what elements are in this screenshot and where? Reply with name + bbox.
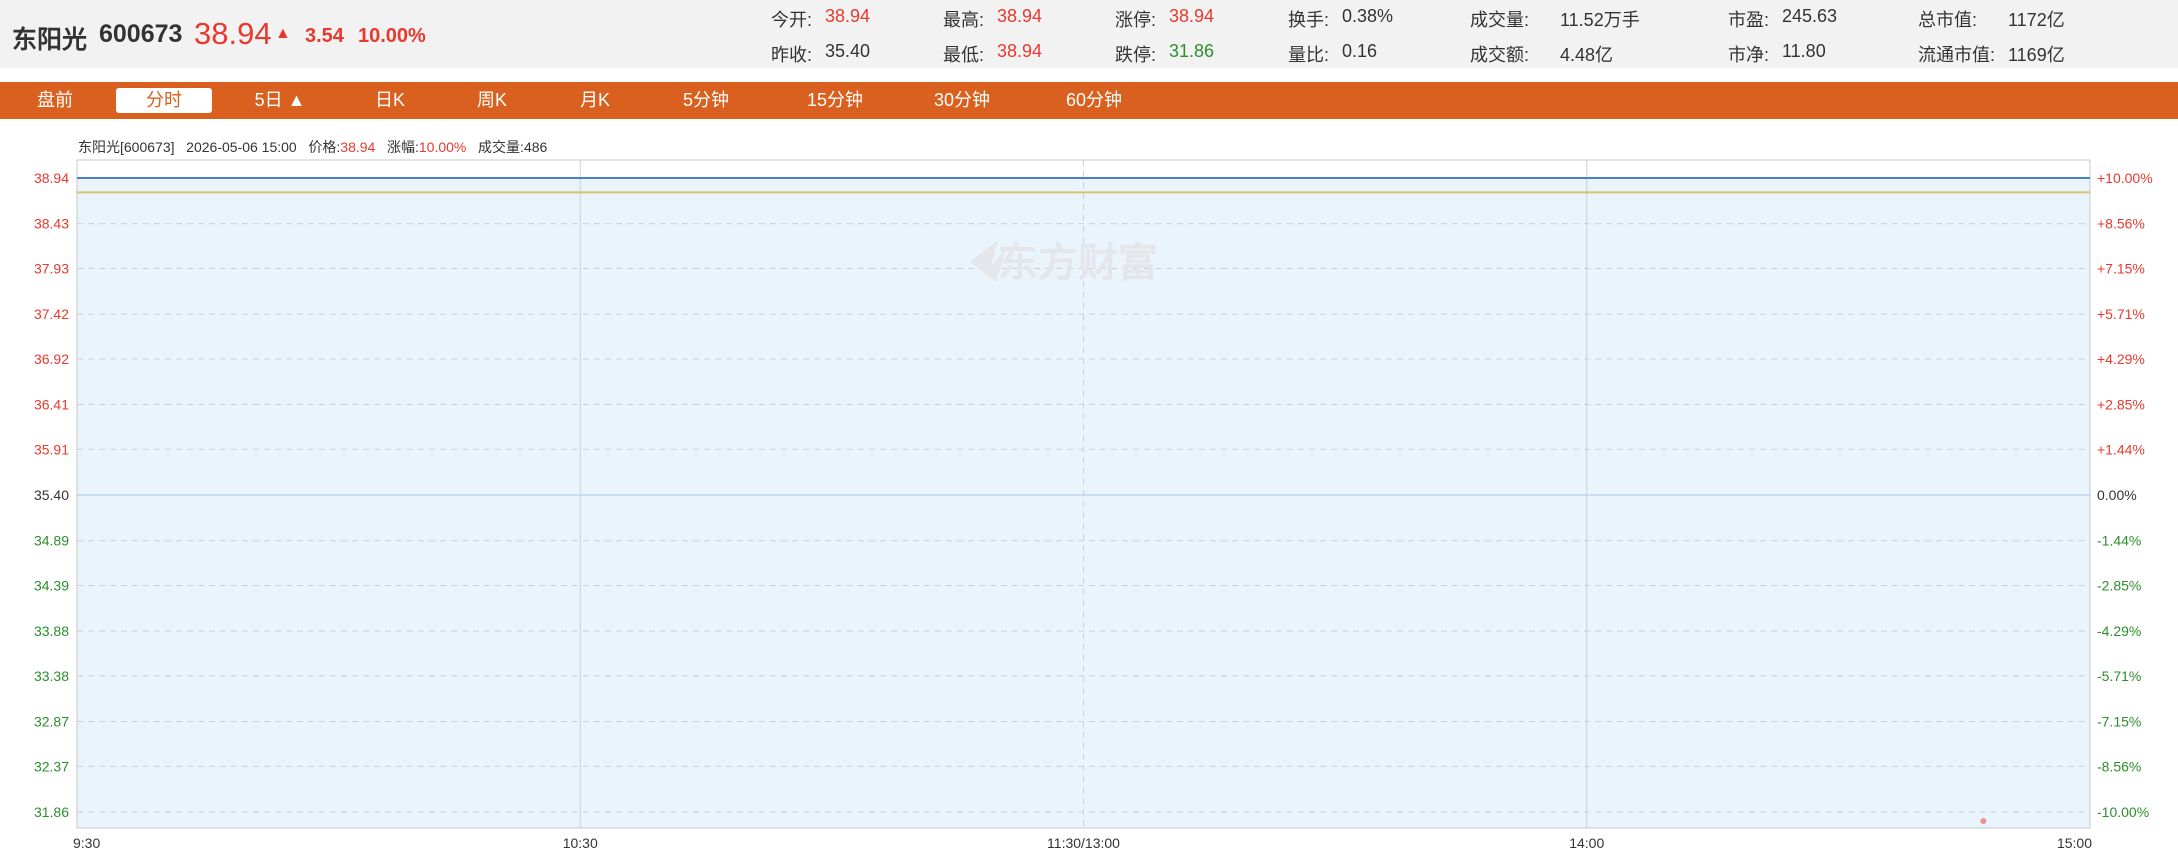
y-tick-label: 38.94 [34,170,69,186]
y-tick-label-right: -4.29% [2097,623,2141,639]
y-tick-label: 33.38 [34,668,69,684]
y-tick-label: 31.86 [34,804,69,820]
intraday-chart[interactable]: 38.94 +10.00% 38.43 +8.56% 37.93 +7.15% 37.42 +… [0,0,2178,850]
y-tick-label-right: +1.44% [2097,441,2145,457]
x-tick-label: 10:30 [563,835,598,850]
y-tick-label: 32.37 [34,758,69,774]
y-tick-label-right: -2.85% [2097,577,2141,593]
watermark-text: 东方财富 [998,240,1158,286]
y-tick-label-right: +2.85% [2097,397,2145,413]
volume-marker [1980,818,1987,824]
y-tick-label-right: +10.00% [2097,170,2153,186]
x-tick-label: 11:30/13:00 [1047,835,1120,850]
y-tick-label: 34.89 [34,533,69,549]
y-tick-label: 36.41 [34,397,69,413]
y-tick-label-right: +5.71% [2097,306,2145,322]
y-tick-label: 32.87 [34,714,69,730]
x-tick-label: 14:00 [1569,835,1604,850]
y-tick-label: 34.39 [34,577,69,593]
x-tick-label: 9:30 [73,835,100,850]
x-tick-label: 15:00 [2057,835,2092,850]
y-tick-label-right: -10.00% [2097,804,2149,820]
y-tick-label-right: +7.15% [2097,260,2145,276]
y-tick-label: 35.91 [34,441,69,457]
y-tick-label: 37.42 [34,306,69,322]
y-tick-label: 33.88 [34,623,69,639]
y-tick-label-right: +8.56% [2097,216,2145,232]
y-tick-label-right: -8.56% [2097,758,2141,774]
y-tick-label-right: 0.00% [2097,487,2137,503]
y-tick-label: 36.92 [34,351,69,367]
y-tick-label: 37.93 [34,260,69,276]
y-tick-label: 35.40 [34,487,69,503]
y-tick-label-right: +4.29% [2097,351,2145,367]
y-tick-label-right: -7.15% [2097,714,2141,730]
y-tick-label-right: -1.44% [2097,533,2141,549]
y-tick-label: 38.43 [34,216,69,232]
y-tick-label-right: -5.71% [2097,668,2141,684]
